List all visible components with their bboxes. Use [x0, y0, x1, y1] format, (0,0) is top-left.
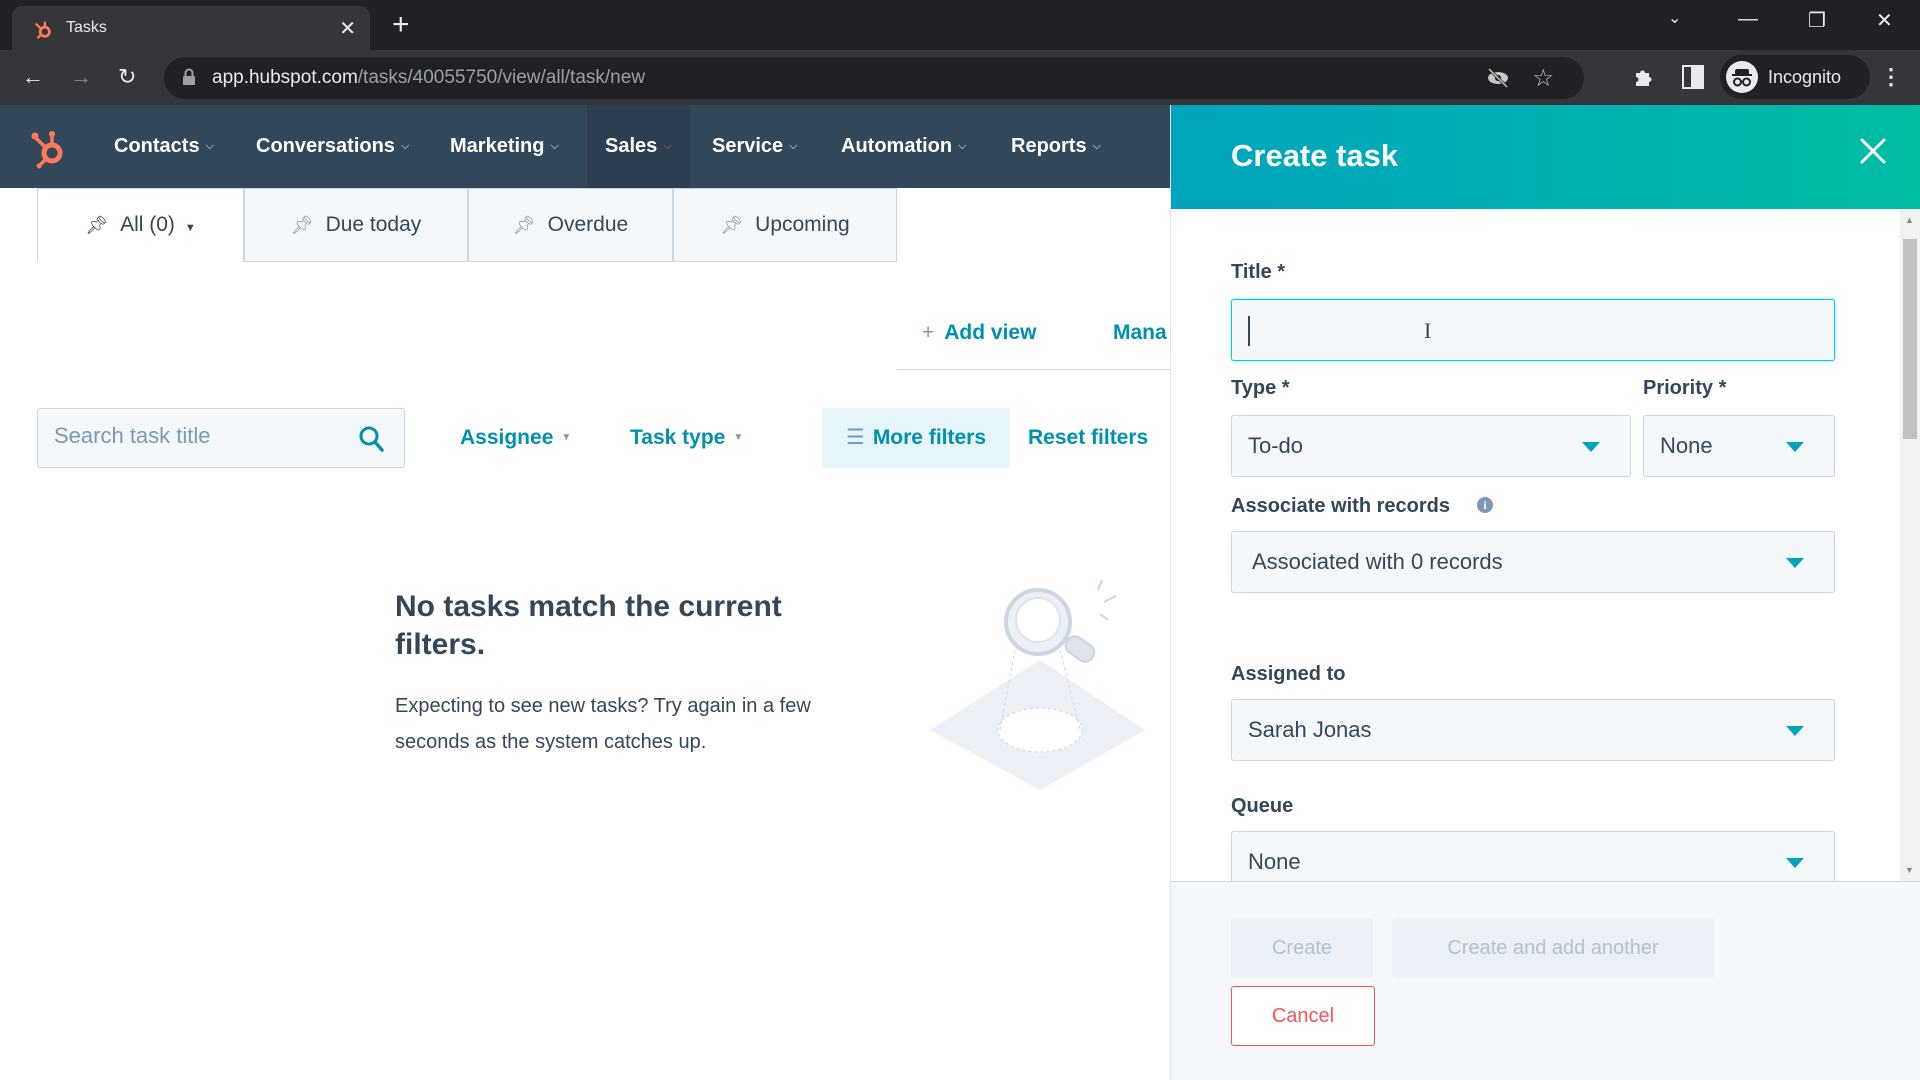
type-label: Type * — [1231, 377, 1290, 399]
tab-due-today[interactable]: 📌︎ Due today — [244, 188, 468, 262]
nav-service[interactable]: Service ⌵ — [694, 105, 816, 188]
priority-select[interactable]: None — [1643, 415, 1835, 477]
lock-icon — [183, 68, 195, 85]
extensions-puzzle-icon[interactable] — [1632, 65, 1656, 89]
side-panel-icon[interactable] — [1682, 65, 1704, 89]
cancel-button[interactable]: Cancel — [1231, 986, 1375, 1046]
incognito-profile-button[interactable]: Incognito — [1720, 55, 1870, 99]
caret-down-icon: ▼ — [733, 432, 744, 444]
tracking-blocked-eye-icon[interactable] — [1486, 67, 1510, 89]
caret-down-icon — [1786, 558, 1804, 568]
create-and-add-another-button[interactable]: Create and add another — [1392, 918, 1714, 978]
search-icon[interactable] — [358, 425, 384, 453]
panel-scrollbar[interactable]: ▲ ▼ — [1900, 209, 1920, 881]
chevron-down-icon: ⌵ — [789, 140, 798, 153]
nav-contacts[interactable]: Contacts ⌵ — [96, 105, 232, 188]
create-task-panel: Create task Title * Type * To-do Priorit… — [1170, 105, 1920, 1080]
incognito-icon — [1726, 61, 1758, 93]
browser-tab[interactable]: Tasks ✕ — [12, 6, 370, 50]
nav-marketing[interactable]: Marketing ⌵ — [432, 105, 577, 188]
tab-overdue[interactable]: 📌︎ Overdue — [468, 188, 673, 262]
chevron-down-icon: ⌵ — [1092, 140, 1101, 153]
chevron-down-icon: ⌵ — [400, 140, 410, 153]
priority-label: Priority * — [1643, 377, 1727, 399]
minimize-icon[interactable]: — — [1738, 8, 1758, 31]
chevron-down-icon: ⌵ — [958, 140, 967, 153]
scroll-down-icon[interactable]: ▼ — [1905, 865, 1914, 875]
restore-icon[interactable]: ❐ — [1808, 8, 1826, 33]
close-tab-icon[interactable]: ✕ — [339, 16, 356, 41]
browser-tab-title: Tasks — [66, 19, 107, 36]
nav-conversations[interactable]: Conversations ⌵ — [238, 105, 427, 188]
title-label: Title * — [1231, 261, 1286, 283]
info-icon[interactable]: i — [1477, 497, 1493, 513]
title-input[interactable] — [1231, 299, 1835, 361]
nav-sales[interactable]: Sales ⌵ — [587, 105, 690, 188]
assigned-to-select[interactable]: Sarah Jonas — [1231, 699, 1835, 761]
more-filters-button[interactable]: ☰ More filters — [822, 408, 1010, 468]
search-task-field[interactable] — [37, 408, 405, 468]
panel-footer: Create Create and add another Cancel — [1171, 881, 1920, 1080]
associate-records-select[interactable]: Associated with 0 records — [1231, 531, 1835, 593]
reload-icon[interactable]: ↻ — [118, 64, 136, 90]
caret-down-icon — [1786, 442, 1804, 452]
browser-toolbar: ← → ↻ app.hubspot.com/tasks/40055750/vie… — [0, 50, 1920, 105]
tasks-page: Tasks 📌︎All (0)▼ 📌︎Due today 📌︎Overdue 📌… — [0, 188, 1170, 1080]
chevron-down-icon: ⌵ — [550, 140, 559, 153]
forward-icon[interactable]: → — [70, 64, 92, 90]
url-text: app.hubspot.com/tasks/40055750/view/all/… — [212, 67, 646, 88]
pin-icon: 📌︎ — [512, 215, 536, 235]
hubspot-favicon-icon — [34, 21, 51, 39]
tab-all[interactable]: 📌︎ All (0) ▼ — [37, 188, 244, 262]
plus-icon: + — [922, 321, 935, 344]
window-close-icon[interactable]: ✕ — [1876, 8, 1893, 33]
reset-filters-button[interactable]: Reset filters — [1028, 408, 1148, 468]
address-bar[interactable]: app.hubspot.com/tasks/40055750/view/all/… — [164, 57, 1584, 99]
assigned-to-label: Assigned to — [1231, 663, 1346, 685]
add-view-button[interactable]: + Add view — [922, 296, 1036, 370]
panel-title: Create task — [1231, 138, 1399, 173]
scrollbar-thumb[interactable] — [1903, 239, 1917, 439]
nav-automation[interactable]: Automation ⌵ — [823, 105, 984, 188]
chevron-down-icon: ⌵ — [663, 140, 672, 153]
caret-down-icon — [1786, 726, 1804, 736]
browser-menu-icon[interactable]: ⋮ — [1880, 64, 1902, 90]
queue-select[interactable]: None — [1231, 831, 1835, 881]
empty-state-body: Expecting to see new tasks? Try again in… — [395, 695, 811, 753]
mouse-ibeam-cursor: I — [1424, 318, 1432, 343]
create-button[interactable]: Create — [1231, 918, 1373, 978]
new-tab-icon[interactable]: + — [392, 8, 410, 42]
panel-header: Create task — [1171, 105, 1920, 209]
scroll-up-icon[interactable]: ▲ — [1905, 215, 1914, 225]
hubspot-logo-icon[interactable] — [28, 127, 68, 169]
bookmark-star-icon[interactable]: ☆ — [1532, 64, 1554, 93]
panel-body: Title * Type * To-do Priority * None Ass… — [1171, 209, 1920, 881]
caret-down-icon — [1582, 442, 1600, 452]
text-cursor — [1248, 316, 1250, 346]
close-icon[interactable] — [1855, 133, 1891, 169]
search-input[interactable] — [54, 423, 354, 449]
manage-views-link[interactable]: Mana — [1113, 296, 1167, 370]
assignee-filter[interactable]: Assignee ▼ — [460, 408, 571, 468]
pin-icon: 📌︎ — [290, 215, 314, 235]
tab-search-icon[interactable]: ⌄ — [1668, 8, 1681, 28]
incognito-label: Incognito — [1768, 67, 1842, 87]
empty-state-title: No tasks match the current filters. — [395, 590, 782, 661]
caret-down-icon: ▼ — [561, 432, 572, 444]
caret-down-icon: ▼ — [184, 222, 196, 234]
browser-tab-strip: Tasks ✕ + ⌄ — ❐ ✕ — [0, 0, 1920, 50]
chevron-down-icon: ⌵ — [205, 140, 214, 153]
pin-icon: 📌︎ — [720, 215, 744, 235]
nav-reports[interactable]: Reports ⌵ — [993, 105, 1119, 188]
sliders-icon: ☰ — [845, 426, 865, 449]
queue-label: Queue — [1231, 795, 1294, 817]
caret-down-icon — [1786, 858, 1804, 868]
tab-upcoming[interactable]: 📌︎ Upcoming — [673, 188, 897, 262]
type-select[interactable]: To-do — [1231, 415, 1631, 477]
magnifying-glass-illustration — [930, 580, 1145, 790]
back-icon[interactable]: ← — [22, 64, 44, 90]
associate-label: Associate with records — [1231, 495, 1450, 517]
pin-icon: 📌︎ — [85, 215, 109, 235]
task-type-filter[interactable]: Task type ▼ — [630, 408, 743, 468]
